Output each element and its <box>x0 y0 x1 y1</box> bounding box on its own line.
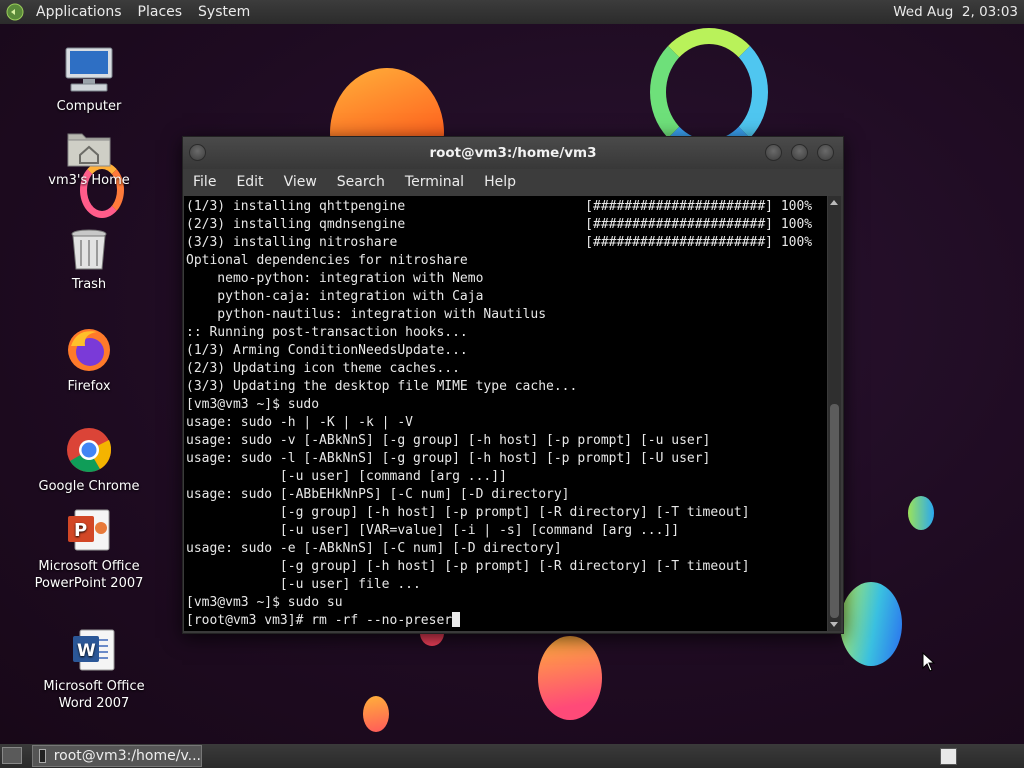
bottom-panel: root@vm3:/home/v... <box>0 744 1024 768</box>
mouse-pointer-icon <box>922 652 936 672</box>
terminal-line: usage: sudo [-ABbEHkNnPS] [-C num] [-D d… <box>186 487 570 502</box>
scrollbar-thumb[interactable] <box>830 404 839 618</box>
maximize-button[interactable] <box>791 144 808 161</box>
home-folder-icon <box>67 133 111 167</box>
terminal-line: [-g group] [-h host] [-p prompt] [-R dir… <box>279 559 750 574</box>
terminal-cursor <box>452 612 461 627</box>
terminal-scrollbar[interactable] <box>828 196 841 631</box>
desktop-icon-home[interactable]: vm3's Home <box>24 128 154 189</box>
terminal-line: python-nautilus: integration with Nautil… <box>217 307 547 322</box>
desktop-icon-trash[interactable]: Trash <box>24 228 154 293</box>
desktop-icon-powerpoint[interactable]: P Microsoft Office PowerPoint 2007 <box>24 506 154 592</box>
terminal-line: usage: sudo -e [-ABkNnS] [-C num] [-D di… <box>186 541 562 556</box>
terminal-line: usage: sudo -v [-ABkNnS] [-g group] [-h … <box>186 433 711 448</box>
taskbar-window-label: root@vm3:/home/v... <box>53 748 201 764</box>
terminal-line: nemo-python: integration with Nemo <box>217 271 484 286</box>
terminal-line: (2/3) installing qmdnsengine [##########… <box>186 217 813 232</box>
terminal-line: [-u user] file ... <box>279 577 421 592</box>
desktop-icon-label: Google Chrome <box>38 479 140 494</box>
desktop-icon-label: Microsoft Office Word 2007 <box>43 679 145 711</box>
gradient-blob-bottom <box>538 636 602 720</box>
desktop-icon-label: vm3's Home <box>48 173 130 188</box>
mate-logo-icon <box>6 3 24 21</box>
window-title: root@vm3:/home/vm3 <box>429 145 597 161</box>
desktop-icon-chrome[interactable]: Google Chrome <box>24 426 154 495</box>
terminal-line: [-g group] [-h host] [-p prompt] [-R dir… <box>279 505 750 520</box>
scroll-down-arrow[interactable] <box>830 622 838 627</box>
close-button[interactable] <box>817 144 834 161</box>
terminal-output[interactable]: (1/3) installing qhttpengine [##########… <box>184 196 827 631</box>
computer-icon <box>65 47 113 92</box>
menu-search[interactable]: Search <box>327 169 395 196</box>
trash-icon <box>71 229 107 270</box>
terminal-line: [-u user] [command [arg ...]] <box>279 469 507 484</box>
menu-view[interactable]: View <box>274 169 327 196</box>
menu-applications[interactable]: Applications <box>28 0 130 24</box>
svg-text:W: W <box>77 641 96 661</box>
terminal-line: [-u user] [VAR=value] [-i | -s] [command… <box>279 523 680 538</box>
menu-system[interactable]: System <box>190 0 258 24</box>
svg-text:P: P <box>74 520 87 541</box>
desktop-icon-label: Trash <box>71 277 107 292</box>
desktop-icon-word[interactable]: W Microsoft Office Word 2007 <box>29 626 159 712</box>
chrome-icon <box>67 428 112 472</box>
desktop-icon-label: Computer <box>56 99 122 114</box>
menu-file[interactable]: File <box>183 169 226 196</box>
terminal-line: usage: sudo -l [-ABkNnS] [-g group] [-h … <box>186 451 711 466</box>
word-icon: W <box>73 629 115 671</box>
terminal-menubar: File Edit View Search Terminal Help <box>183 169 843 196</box>
terminal-prompt-line: [root@vm3 vm3]# rm -rf --no-preser <box>186 613 453 628</box>
menu-terminal[interactable]: Terminal <box>395 169 474 196</box>
desktop-icon-label: Firefox <box>67 379 111 394</box>
menu-edit[interactable]: Edit <box>226 169 273 196</box>
firefox-icon <box>68 329 110 371</box>
terminal-titlebar[interactable]: root@vm3:/home/vm3 <box>183 137 843 169</box>
terminal-window[interactable]: root@vm3:/home/vm3 File Edit View Search… <box>182 136 844 634</box>
desktop-icon-firefox[interactable]: Firefox <box>24 326 154 395</box>
powerpoint-icon: P <box>68 509 110 551</box>
panel-menu-bar: Applications Places System <box>0 0 258 24</box>
workspace-switcher[interactable] <box>940 748 957 765</box>
terminal-line: [vm3@vm3 ~]$ sudo <box>186 397 320 412</box>
taskbar-window-button[interactable]: root@vm3:/home/v... <box>32 745 202 767</box>
terminal-icon <box>39 749 46 763</box>
terminal-line: [vm3@vm3 ~]$ sudo su <box>186 595 343 610</box>
terminal-line: (2/3) Updating icon theme caches... <box>186 361 460 376</box>
terminal-line: :: Running post-transaction hooks... <box>186 325 468 340</box>
menu-help[interactable]: Help <box>474 169 526 196</box>
teal-blob-small <box>908 496 934 530</box>
teal-blob-large <box>840 582 902 666</box>
terminal-line: (1/3) installing qhttpengine [##########… <box>186 199 813 214</box>
desktop-icon-label: Microsoft Office PowerPoint 2007 <box>34 559 144 591</box>
minimize-button[interactable] <box>765 144 782 161</box>
scroll-up-arrow[interactable] <box>830 200 838 205</box>
panel-clock[interactable]: Wed Aug 2, 03:03 <box>893 0 1018 24</box>
terminal-line: (1/3) Arming ConditionNeedsUpdate... <box>186 343 468 358</box>
top-panel: Applications Places System Wed Aug 2, 03… <box>0 0 1024 24</box>
terminal-line: python-caja: integration with Caja <box>217 289 484 304</box>
desktop-icon-computer[interactable]: Computer <box>24 46 154 115</box>
terminal-line: usage: sudo -h | -K | -k | -V <box>186 415 413 430</box>
terminal-text: (1/3) installing qhttpengine [##########… <box>184 196 827 630</box>
terminal-line: Optional dependencies for nitroshare <box>186 253 468 268</box>
terminal-line: (3/3) Updating the desktop file MIME typ… <box>186 379 578 394</box>
gradient-blob-tiny <box>363 696 389 732</box>
terminal-line: (3/3) installing nitroshare [###########… <box>186 235 813 250</box>
show-desktop-button[interactable] <box>2 747 22 764</box>
window-menu-button[interactable] <box>189 144 206 161</box>
menu-places[interactable]: Places <box>130 0 191 24</box>
